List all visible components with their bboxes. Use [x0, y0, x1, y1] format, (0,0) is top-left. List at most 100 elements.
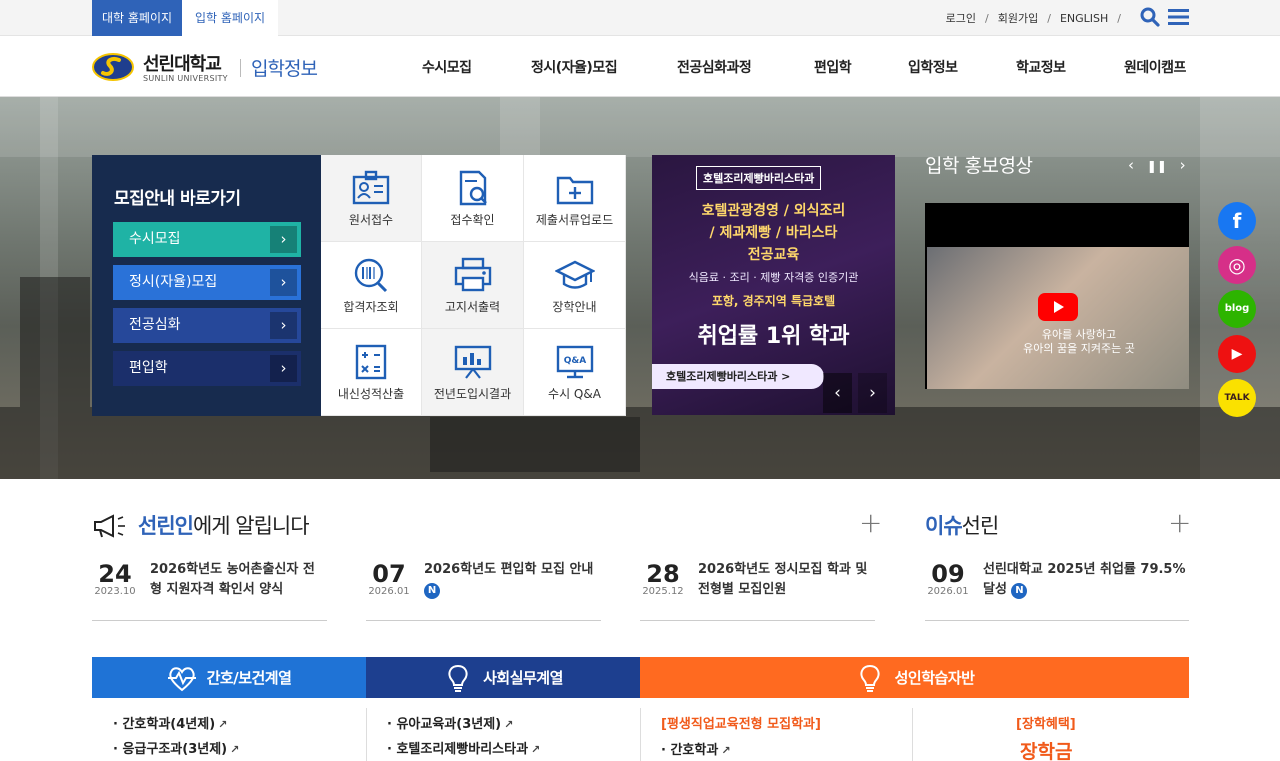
nav-admission-info[interactable]: 입학정보	[908, 57, 958, 77]
dept-link-label: 응급구조과(3년제)	[122, 742, 228, 757]
notice-day: 07	[372, 560, 406, 588]
presentation-chart-icon	[454, 345, 491, 379]
heartbeat-icon	[167, 666, 196, 691]
video-top-bar	[925, 203, 1189, 228]
chevron-right-icon[interactable]: ›	[1180, 156, 1186, 174]
logo-korean-text[interactable]: 선린대학교	[143, 50, 222, 76]
hero-bg-window	[500, 97, 540, 157]
quick-check[interactable]: 접수확인	[422, 155, 524, 242]
quick-upload[interactable]: 제출서류업로드	[524, 155, 626, 242]
notice-section-title[interactable]: 선린인에게 알립니다	[138, 510, 310, 540]
login-link[interactable]: 로그인	[946, 10, 976, 26]
quick-links-title: 모집안내 바로가기	[114, 189, 241, 209]
chevron-left-icon[interactable]: ‹	[1128, 156, 1134, 174]
quick-cell-label: 장학안내	[552, 299, 597, 314]
calculator-icon	[355, 344, 387, 379]
quick-results[interactable]: 합격자조회	[321, 242, 422, 329]
youtube-icon[interactable]: ▶	[1218, 335, 1256, 373]
dept-divider	[366, 708, 367, 761]
dept-link-adult-nursing[interactable]: · 간호학과 ↗	[661, 739, 731, 758]
chevron-right-icon: ›	[270, 269, 297, 296]
hamburger-menu-icon[interactable]	[1168, 9, 1189, 25]
notice-item[interactable]: 07 2026.01 2026학년도 편입학 모집 안내 N	[366, 556, 601, 621]
facebook-icon[interactable]: f	[1218, 202, 1256, 240]
dept-adult-header[interactable]: 성인학습자반	[640, 657, 1189, 698]
quick-regular-admission-button[interactable]: 정시(자율)모집 ›	[113, 265, 301, 300]
notice-year-month: 2026.01	[368, 586, 410, 597]
search-icon[interactable]	[1140, 7, 1160, 27]
quick-cell-label: 제출서류업로드	[535, 212, 614, 227]
issue-item[interactable]: 09 2026.01 선린대학교 2025년 취업률 79.5% 달성 N	[925, 556, 1189, 621]
notice-year-month: 2025.12	[642, 586, 684, 597]
blog-icon[interactable]: blog	[1218, 290, 1256, 328]
quick-scholarship[interactable]: 장학안내	[524, 242, 626, 329]
hero-bg-floor	[0, 407, 1280, 479]
quick-advanced-major-button[interactable]: 전공심화 ›	[113, 308, 301, 343]
dept-nursing-title: 간호/보건계열	[206, 669, 292, 687]
dept-divider	[640, 708, 641, 761]
notice-item[interactable]: 24 2023.10 2026학년도 농어촌출신자 전형 지원자격 확인서 양식	[92, 556, 327, 621]
promo-video-player[interactable]: 유아를 사랑하고 유아의 꿈을 지켜주는 곳	[925, 203, 1189, 389]
nav-early-admission[interactable]: 수시모집	[422, 57, 472, 77]
adult-program-subtitle: [평생직업교육전형 모집학과]	[661, 717, 821, 732]
promo-banner[interactable]: 호텔조리제빵바리스타과 호텔관광경영 / 외식조리 / 제과제빵 / 바리스타 …	[652, 155, 895, 415]
banner-link-button[interactable]: 호텔조리제빵바리스타과 >	[652, 364, 824, 389]
nav-school-info[interactable]: 학교정보	[1016, 57, 1066, 77]
dept-link-hotel-culinary[interactable]: · 호텔조리제빵바리스타과 ↗	[387, 738, 540, 757]
quick-cell-label: 합격자조회	[343, 299, 399, 314]
site-header: 선린대학교 SUNLIN UNIVERSITY 입학정보 수시모집 정시(자율)…	[0, 37, 1280, 97]
dept-link-label: 호텔조리제빵바리스타과	[396, 742, 529, 757]
notice-day: 24	[98, 560, 132, 588]
banner-prev-icon[interactable]: ‹	[823, 373, 852, 413]
quick-last-year-results[interactable]: 전년도입시결과	[422, 329, 524, 416]
signup-link[interactable]: 회원가입	[998, 10, 1038, 26]
external-link-icon: ↗	[230, 743, 240, 756]
kakaotalk-icon[interactable]: TALK	[1218, 379, 1256, 417]
quick-button-label: 전공심화	[129, 317, 181, 333]
lightbulb-icon	[860, 664, 880, 692]
pause-icon[interactable]: ❚❚	[1147, 159, 1167, 173]
issue-section-title[interactable]: 이슈선린	[925, 510, 999, 540]
banner-next-icon[interactable]: ›	[858, 373, 887, 413]
dept-link-emergency[interactable]: · 응급구조과(3년제) ↗	[113, 738, 239, 757]
quick-transfer-button[interactable]: 편입학 ›	[113, 351, 301, 386]
quick-links-panel: 모집안내 바로가기 수시모집 › 정시(자율)모집 › 전공심화 › 편입학 ›	[92, 155, 321, 416]
graduation-cap-icon	[554, 260, 595, 289]
notice-year-month: 2023.10	[94, 586, 136, 597]
scholarship-text[interactable]: 장학금	[1020, 737, 1072, 761]
youtube-play-icon[interactable]	[1038, 293, 1078, 321]
video-controls: ‹ ❚❚ ›	[1128, 156, 1186, 174]
quick-icon-grid: 원서접수 접수확인 제출서류업로드 합격자조회 고지서출력 장학안내 내신성적산…	[321, 155, 626, 416]
nav-advanced-major[interactable]: 전공심화과정	[677, 57, 752, 77]
quick-cell-label: 접수확인	[450, 212, 495, 227]
video-caption-line-1: 유아를 사랑하고	[1041, 328, 1117, 341]
quick-early-admission-button[interactable]: 수시모집 ›	[113, 222, 301, 257]
banner-line-5: 포항, 경주지역 특급호텔	[711, 294, 836, 308]
new-badge: N	[1011, 583, 1028, 599]
dept-link-nursing[interactable]: · 간호학과(4년제) ↗	[113, 713, 227, 732]
site-subtitle[interactable]: 입학정보	[251, 54, 318, 81]
chevron-right-icon: ›	[270, 355, 297, 382]
english-link[interactable]: ENGLISH	[1060, 12, 1108, 25]
nav-regular-admission[interactable]: 정시(자율)모집	[531, 57, 618, 77]
nav-transfer[interactable]: 편입학	[814, 57, 852, 77]
dept-nursing-header[interactable]: 간호/보건계열	[92, 657, 366, 698]
instagram-icon[interactable]: ◎	[1218, 246, 1256, 284]
tab-university-home[interactable]: 대학 홈페이지	[92, 0, 182, 36]
quick-print-bill[interactable]: 고지서출력	[422, 242, 524, 329]
university-logo-icon[interactable]	[92, 52, 134, 82]
quick-cell-label: 원서접수	[348, 212, 394, 227]
issue-more-plus-icon[interactable]: +	[1168, 509, 1191, 537]
dept-link-early-childhood[interactable]: · 유아교육과(3년제) ↗	[387, 713, 513, 732]
issue-title-highlight: 이슈	[925, 514, 963, 538]
notice-title-wrap: 2026학년도 편입학 모집 안내 N	[424, 560, 599, 600]
quick-grade-calc[interactable]: 내신성적산출	[321, 329, 422, 416]
dept-social-header[interactable]: 사회실무계열	[366, 657, 640, 698]
banner-tag: 호텔조리제빵바리스타과	[696, 166, 822, 190]
notice-item[interactable]: 28 2025.12 2026학년도 정시모집 학과 및 전형별 모집인원	[640, 556, 875, 621]
quick-qna[interactable]: Q&A 수시 Q&A	[524, 329, 626, 416]
tab-admission-home[interactable]: 입학 홈페이지	[182, 0, 278, 36]
quick-apply[interactable]: 원서접수	[321, 155, 422, 242]
notice-more-plus-icon[interactable]: +	[859, 509, 882, 537]
nav-oneday-camp[interactable]: 원데이캠프	[1124, 57, 1186, 77]
